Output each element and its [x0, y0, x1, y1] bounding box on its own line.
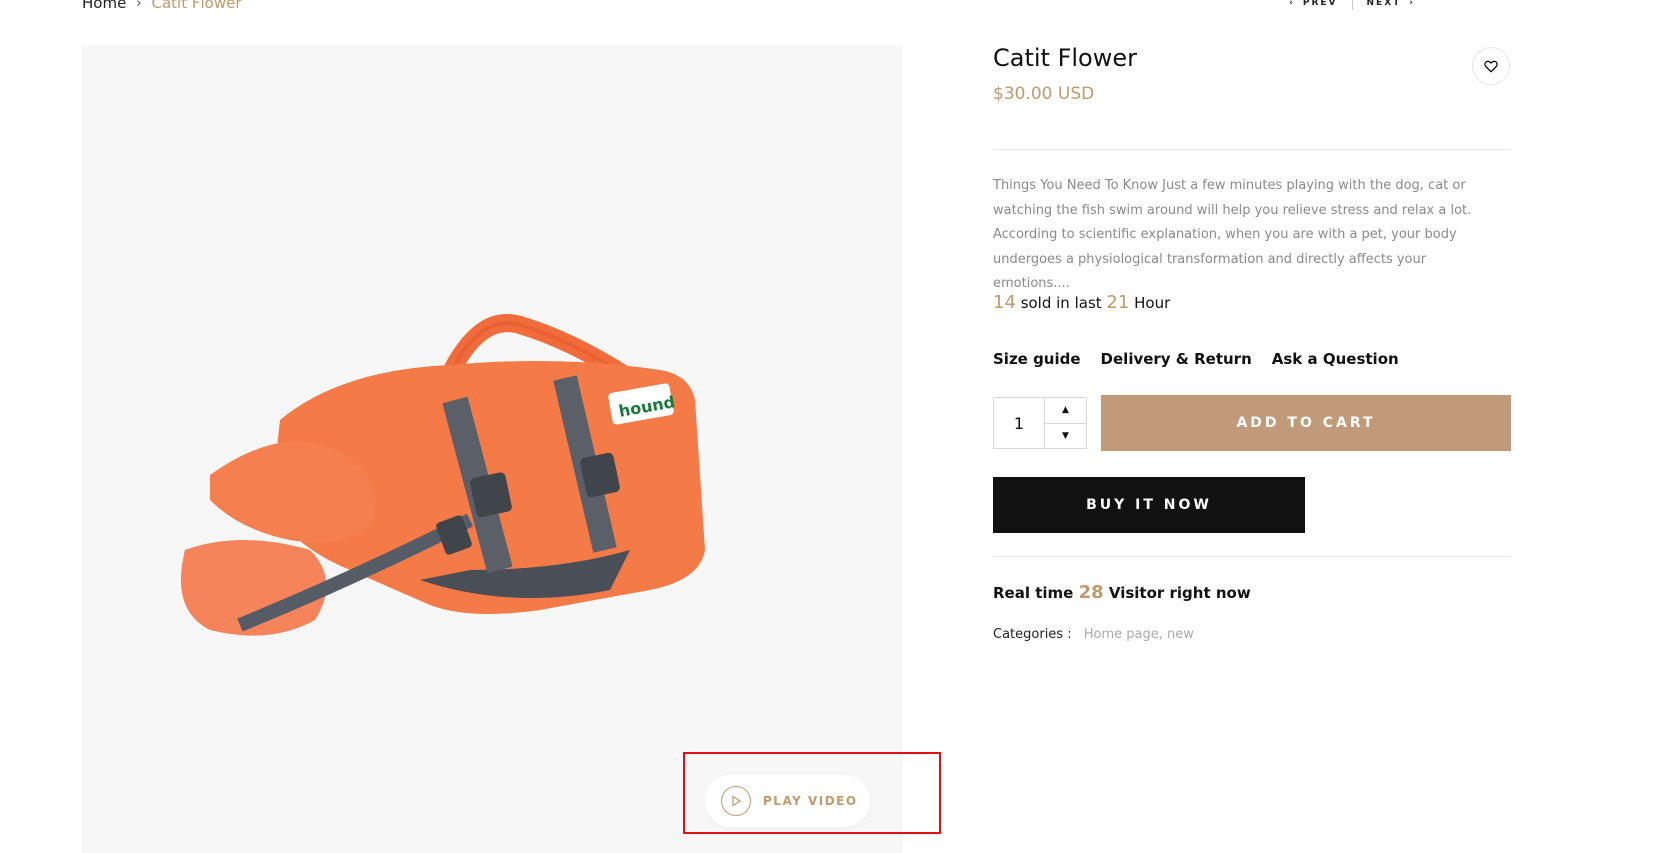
quantity-steps: ▲ ▼ — [1045, 398, 1086, 448]
caret-up-icon[interactable]: ▲ — [1045, 398, 1086, 424]
visitor-suffix: Visitor right now — [1108, 584, 1251, 602]
breadcrumb-current: Catit Flower — [151, 0, 242, 12]
caret-down-icon[interactable]: ▼ — [1045, 424, 1086, 449]
visitor-count: 28 — [1078, 582, 1104, 603]
quantity-input[interactable]: 1 — [994, 398, 1045, 448]
product-description: Things You Need To Know Just a few minut… — [993, 178, 1472, 291]
next-label: NEXT — [1366, 0, 1402, 8]
breadcrumb-home-link[interactable]: Home — [82, 0, 126, 12]
play-video-button[interactable]: PLAY VIDEO — [705, 775, 870, 827]
heart-icon — [1484, 60, 1498, 72]
divider — [993, 149, 1511, 150]
product-price: $30.00 USD — [993, 84, 1095, 104]
product-pagination: ‹ PREV NEXT › — [1289, 0, 1415, 10]
categories-label: Categories : — [993, 627, 1072, 642]
divider — [1351, 0, 1353, 10]
product-title: Catit Flower — [993, 44, 1137, 72]
delivery-return-link[interactable]: Delivery & Return — [1101, 350, 1252, 368]
sold-count: 14 — [993, 292, 1016, 313]
visitor-prefix: Real time — [993, 584, 1074, 602]
chevron-right-icon: › — [136, 0, 142, 11]
breadcrumb: Home › Catit Flower — [82, 0, 242, 12]
visitor-counter: Real time 28 Visitor right now — [993, 582, 1251, 603]
buy-it-now-button[interactable]: BUY IT NOW — [993, 477, 1305, 533]
sold-unit: Hour — [1134, 294, 1171, 312]
add-to-cart-button[interactable]: ADD TO CART — [1101, 395, 1511, 451]
chevron-left-icon: ‹ — [1289, 0, 1295, 8]
size-guide-link[interactable]: Size guide — [993, 350, 1081, 368]
quantity-stepper: 1 ▲ ▼ — [993, 397, 1087, 449]
play-icon — [721, 786, 751, 816]
product-categories: Categories : Home page, new — [993, 627, 1194, 642]
sold-counter: 14 sold in last 21 Hour — [993, 292, 1170, 313]
chevron-right-icon: › — [1409, 0, 1415, 8]
next-link[interactable]: NEXT › — [1367, 0, 1415, 8]
product-image-dog-life-vest[interactable]: hound — [90, 250, 730, 670]
categories-values[interactable]: Home page, new — [1084, 627, 1194, 642]
divider — [993, 556, 1511, 557]
wishlist-button[interactable] — [1472, 47, 1510, 85]
product-info-links: Size guide Delivery & Return Ask a Quest… — [993, 350, 1399, 368]
sold-hours: 21 — [1106, 292, 1130, 313]
prev-link[interactable]: ‹ PREV — [1289, 0, 1337, 8]
sold-text: sold in last — [1020, 294, 1102, 312]
ask-question-link[interactable]: Ask a Question — [1272, 350, 1399, 368]
play-video-label: PLAY VIDEO — [763, 794, 858, 808]
prev-label: PREV — [1302, 0, 1338, 8]
